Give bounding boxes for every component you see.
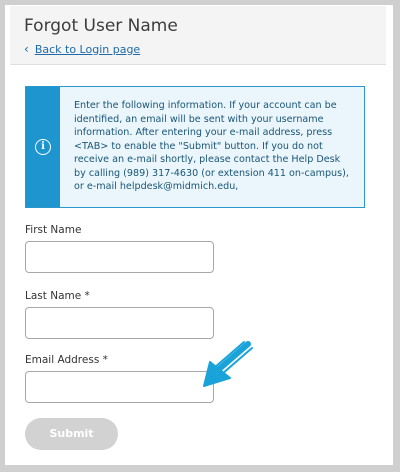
info-icon: i (35, 139, 51, 155)
submit-button[interactable]: Submit (25, 418, 118, 450)
back-link-label: Back to Login page (34, 42, 141, 56)
info-line: <TAB> to enable the "Submit" button. If … (74, 140, 323, 152)
email-input[interactable] (25, 371, 214, 403)
last-name-input[interactable] (25, 307, 214, 339)
page-header: Forgot User Name ‹ Back to Login page (10, 6, 386, 65)
info-line: or e-mail helpdesk@midmich.edu, (74, 181, 239, 192)
annotation-arrow-icon (203, 341, 253, 387)
first-name-label: First Name (25, 224, 82, 236)
info-line: information. After entering your e-mail … (74, 127, 333, 138)
info-notice: i Enter the following information. If yo… (25, 86, 365, 208)
first-name-input[interactable] (25, 241, 214, 273)
email-label: Email Address * (25, 354, 108, 366)
page-title: Forgot User Name (24, 16, 178, 36)
back-to-login-link[interactable]: ‹ Back to Login page (24, 42, 140, 56)
last-name-label: Last Name * (25, 290, 90, 302)
info-text: Enter the following information. If your… (74, 99, 359, 194)
chevron-left-icon: ‹ (24, 42, 29, 56)
info-line: receive an e-mail shortly, please contac… (74, 154, 341, 165)
info-line: by calling (989) 317-4630 (or extension … (74, 167, 349, 179)
info-line: identified, an email will be sent with y… (74, 113, 324, 125)
info-line: Enter the following information. If your… (74, 100, 337, 111)
